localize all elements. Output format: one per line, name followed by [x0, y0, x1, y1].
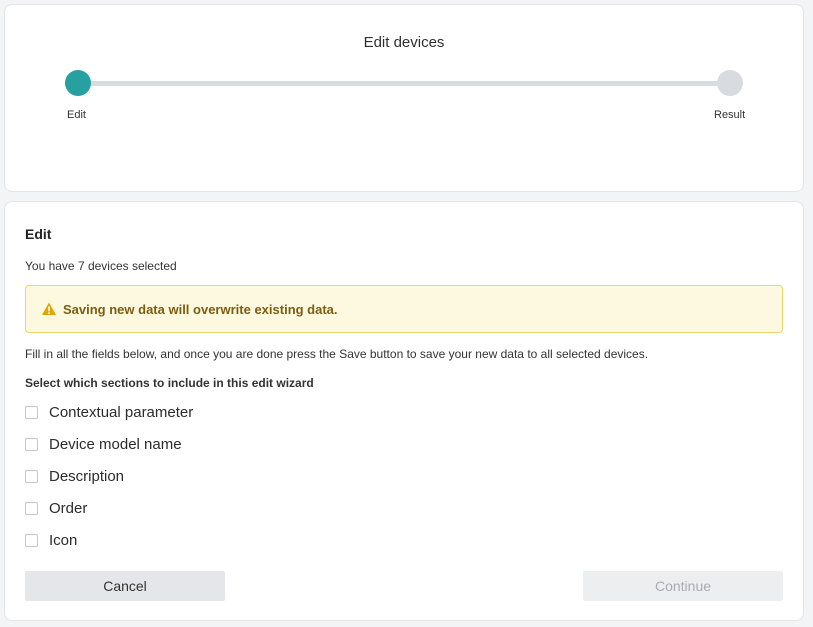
section-option-description[interactable]: Description: [25, 463, 193, 495]
wizard-title: Edit devices: [363, 34, 445, 51]
checkbox[interactable]: [25, 406, 38, 419]
sections-heading: Select which sections to include in this…: [25, 376, 314, 390]
selected-devices-text: You have 7 devices selected: [25, 259, 177, 273]
section-option-label: Contextual parameter: [49, 404, 194, 421]
warning-banner: Saving new data will overwrite existing …: [25, 285, 783, 333]
step-result-dot: [717, 70, 743, 96]
warning-triangle-icon: [42, 302, 56, 315]
warning-text: Saving new data will overwrite existing …: [63, 302, 338, 317]
section-option-contextual-parameter[interactable]: Contextual parameter: [25, 399, 193, 431]
checkbox[interactable]: [25, 502, 38, 515]
sections-checklist: Contextual parameter Device model name D…: [25, 399, 193, 559]
checkbox[interactable]: [25, 534, 38, 547]
section-option-label: Icon: [49, 532, 78, 549]
step-edit-label: Edit: [67, 109, 86, 121]
section-option-icon[interactable]: Icon: [25, 527, 193, 559]
edit-heading: Edit: [25, 226, 52, 242]
step-result-label: Result: [714, 109, 746, 121]
checkbox[interactable]: [25, 470, 38, 483]
wizard-header-card: Edit devices Edit Result: [4, 4, 804, 192]
checkbox[interactable]: [25, 438, 38, 451]
cancel-button[interactable]: Cancel: [25, 571, 225, 601]
step-edit-dot[interactable]: [65, 70, 91, 96]
wizard-progress-track: [78, 81, 730, 86]
section-option-order[interactable]: Order: [25, 495, 193, 527]
section-option-label: Order: [49, 500, 88, 517]
continue-button[interactable]: Continue: [583, 571, 783, 601]
edit-card: Edit You have 7 devices selected Saving …: [4, 201, 804, 621]
instructions-text: Fill in all the fields below, and once y…: [25, 347, 649, 361]
section-option-label: Device model name: [49, 436, 182, 453]
section-option-label: Description: [49, 468, 125, 485]
section-option-device-model-name[interactable]: Device model name: [25, 431, 193, 463]
